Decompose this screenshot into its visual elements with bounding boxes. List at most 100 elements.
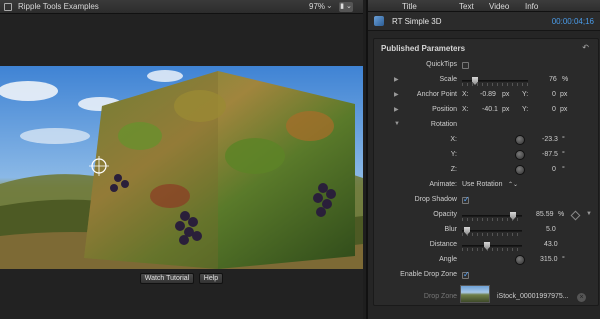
opacity-unit: % xyxy=(558,211,565,218)
disclosure-triangle-open-icon[interactable]: ▼ xyxy=(394,121,400,127)
rotation-x-dial[interactable] xyxy=(515,135,525,145)
rotation-x-unit: ° xyxy=(562,136,565,143)
opacity-value[interactable]: 85.59 xyxy=(536,211,554,218)
section-title: Published Parameters xyxy=(381,44,466,53)
rotation-z-value[interactable]: 0 xyxy=(552,166,556,173)
chevron-down-icon[interactable]: ▼ xyxy=(586,211,592,217)
viewer-icon[interactable] xyxy=(4,3,12,11)
rotation-y-dial[interactable] xyxy=(515,150,525,160)
position-y-label: Y: xyxy=(522,106,529,113)
distance-slider[interactable] xyxy=(462,242,522,251)
tab-title[interactable]: Title xyxy=(402,2,417,11)
angle-value[interactable]: 315.0 xyxy=(540,256,558,263)
drop-zone-thumbnail[interactable] xyxy=(460,285,490,303)
param-animate: Animate: Use Rotation ⌃⌄ xyxy=(374,180,598,192)
anchor-x-unit: px xyxy=(502,91,510,98)
watch-tutorial-button[interactable]: Watch Tutorial xyxy=(140,273,194,284)
tab-info[interactable]: Info xyxy=(525,2,538,11)
param-rotation-y: Y: -87.5 ° xyxy=(374,150,598,162)
rotation-z-unit: ° xyxy=(562,166,565,173)
position-label: Position xyxy=(432,106,457,113)
timecode: 00:00:04;16 xyxy=(551,17,594,26)
view-options-button[interactable]: ▮ ⌄ xyxy=(339,2,353,12)
viewer-panel: Ripple Tools Examples 97% ⌄ ▮ ⌄ Watch Tu… xyxy=(0,0,363,319)
video-canvas[interactable] xyxy=(0,66,363,269)
opacity-slider[interactable] xyxy=(462,212,522,221)
animate-chevron-icon[interactable]: ⌃⌄ xyxy=(508,181,518,188)
distance-value[interactable]: 43.0 xyxy=(544,241,558,248)
scale-unit: % xyxy=(562,76,569,83)
param-opacity: Opacity 85.59 % ▼ xyxy=(374,210,598,222)
zoom-chevron-icon[interactable]: ⌄ xyxy=(326,1,333,10)
reset-icon[interactable]: ↶ xyxy=(582,43,589,52)
drop-shadow-label: Drop Shadow xyxy=(414,196,457,203)
zoom-level[interactable]: 97% xyxy=(309,2,325,11)
generator-name: RT Simple 3D xyxy=(392,17,442,26)
viewer-toolbar: Ripple Tools Examples 97% ⌄ ▮ ⌄ xyxy=(0,0,363,14)
anchor-y-value[interactable]: 0 xyxy=(552,91,556,98)
animate-select[interactable]: Use Rotation xyxy=(462,181,502,188)
anchor-y-label: Y: xyxy=(522,91,529,98)
param-blur: Blur 5.0 xyxy=(374,225,598,237)
anchor-point-label: Anchor Point xyxy=(416,91,457,98)
angle-dial[interactable] xyxy=(515,255,525,265)
param-rotation-z: Z: 0 ° xyxy=(374,165,598,177)
keyframe-icon[interactable] xyxy=(570,210,581,221)
blur-value[interactable]: 5.0 xyxy=(546,226,556,233)
inspector-header: RT Simple 3D 00:00:04;16 xyxy=(368,12,600,31)
drop-zone-file: iStock_00001997975... xyxy=(497,293,569,300)
tab-text[interactable]: Text xyxy=(459,2,474,11)
rotation-y-value[interactable]: -87.5 xyxy=(542,151,558,158)
param-quicktips: QuickTips xyxy=(374,60,598,72)
rotation-x-label: X: xyxy=(450,136,457,143)
disclosure-triangle-icon[interactable]: ▶ xyxy=(394,76,399,83)
rotation-y-unit: ° xyxy=(562,151,565,158)
blur-slider[interactable] xyxy=(462,227,522,236)
scale-slider[interactable] xyxy=(462,77,528,86)
rotation-x-value[interactable]: -23.3 xyxy=(542,136,558,143)
rotation-label: Rotation xyxy=(430,121,457,128)
enable-drop-zone-checkbox[interactable] xyxy=(462,270,470,279)
anchor-x-value[interactable]: -0.89 xyxy=(480,91,496,98)
param-enable-drop-zone: Enable Drop Zone xyxy=(374,270,598,282)
opacity-label: Opacity xyxy=(433,211,457,218)
rotation-y-label: Y: xyxy=(450,151,457,158)
scale-value[interactable]: 76 xyxy=(549,76,557,83)
param-scale: ▶ Scale 76 % xyxy=(374,75,598,87)
param-drop-zone: Drop Zone iStock_00001997975... × xyxy=(374,285,598,309)
rotation-z-label: Z: xyxy=(450,166,457,173)
param-rotation-x: X: -23.3 ° xyxy=(374,135,598,147)
help-button[interactable]: Help xyxy=(199,273,223,284)
position-x-value[interactable]: -40.1 xyxy=(482,106,498,113)
param-angle: Angle 315.0 ° xyxy=(374,255,598,267)
param-rotation: ▼ Rotation xyxy=(374,120,598,132)
drop-shadow-checkbox[interactable] xyxy=(462,195,470,204)
position-x-unit: px xyxy=(502,106,510,113)
generator-icon xyxy=(374,16,384,26)
quicktips-checkbox[interactable] xyxy=(462,62,469,69)
animate-label: Animate: xyxy=(429,181,457,188)
position-y-value[interactable]: 0 xyxy=(552,106,556,113)
distance-label: Distance xyxy=(429,241,457,248)
disclosure-triangle-icon[interactable]: ▶ xyxy=(394,91,399,98)
enable-drop-zone-label: Enable Drop Zone xyxy=(400,271,457,278)
disclosure-triangle-icon[interactable]: ▶ xyxy=(394,106,399,113)
scale-label: Scale xyxy=(439,76,457,83)
param-distance: Distance 43.0 xyxy=(374,240,598,252)
param-anchor-point: ▶ Anchor Point X: -0.89 px Y: 0 px xyxy=(374,90,598,102)
anchor-x-label: X: xyxy=(462,91,469,98)
viewer-title: Ripple Tools Examples xyxy=(18,2,99,11)
quicktips-label: QuickTips xyxy=(426,61,457,68)
blur-label: Blur xyxy=(444,226,457,233)
anchor-y-unit: px xyxy=(560,91,568,98)
position-x-label: X: xyxy=(462,106,469,113)
param-drop-shadow: Drop Shadow xyxy=(374,195,598,207)
angle-label: Angle xyxy=(439,256,457,263)
inspector-tabs: Title Text Video Info xyxy=(368,0,600,12)
published-parameters-panel: Published Parameters ↶ QuickTips ▶ Scale… xyxy=(373,38,599,306)
clear-drop-zone-icon[interactable]: × xyxy=(577,293,586,302)
tab-video[interactable]: Video xyxy=(489,2,509,11)
position-y-unit: px xyxy=(560,106,568,113)
rotation-z-dial[interactable] xyxy=(515,165,525,175)
inspector-panel: Title Text Video Info RT Simple 3D 00:00… xyxy=(366,0,600,319)
